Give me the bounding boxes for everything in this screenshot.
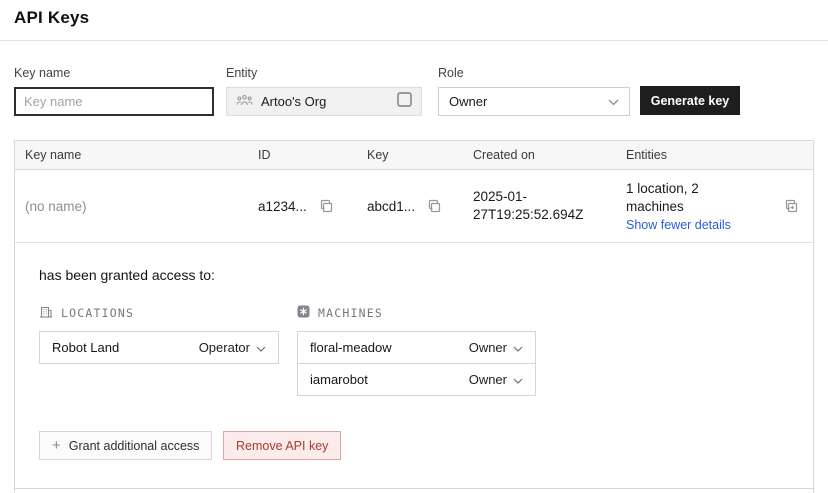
cell-id: a1234... xyxy=(258,199,367,214)
copy-key-icon[interactable] xyxy=(427,199,442,214)
cell-entities: 1 location, 2 machines Show fewer detail… xyxy=(626,180,776,231)
cell-key-name: (no name) xyxy=(15,199,258,214)
table-header-row: Key name ID Key Created on Entities xyxy=(15,141,813,170)
page-title: API Keys xyxy=(14,8,89,28)
key-name-input[interactable] xyxy=(14,87,214,116)
checkbox-icon[interactable] xyxy=(397,92,412,112)
machine-role-value: Owner xyxy=(469,372,507,387)
header-key-name: Key name xyxy=(15,148,258,162)
machines-label-text: MACHINES xyxy=(318,306,383,320)
role-field: Role Owner xyxy=(438,66,630,116)
entity-label: Entity xyxy=(226,66,422,80)
header-id: ID xyxy=(258,148,367,162)
chevron-down-icon xyxy=(256,340,266,355)
entity-selector[interactable]: Artoo's Org xyxy=(226,87,422,116)
location-access-row: Robot Land Operator xyxy=(39,331,279,364)
locations-section-label: LOCATIONS xyxy=(39,305,134,321)
role-label: Role xyxy=(438,66,630,80)
locations-label-text: LOCATIONS xyxy=(61,306,134,320)
grant-additional-access-button[interactable]: + Grant additional access xyxy=(39,431,212,460)
key-name-label: Key name xyxy=(14,66,214,80)
machine-role-select[interactable]: Owner xyxy=(469,372,523,387)
cell-created-on: 2025-01-27T19:25:52.694Z xyxy=(473,188,626,224)
machines-section-label: MACHINES xyxy=(297,305,383,321)
building-icon xyxy=(39,305,53,321)
machine-name: floral-meadow xyxy=(310,340,392,355)
machine-role-value: Owner xyxy=(469,340,507,355)
header-created-on: Created on xyxy=(473,148,626,162)
chevron-down-icon xyxy=(608,94,619,109)
cell-actions xyxy=(776,198,813,214)
entity-value: Artoo's Org xyxy=(261,94,326,109)
header-key: Key xyxy=(367,148,473,162)
access-intro: has been granted access to: xyxy=(39,267,215,283)
table-row: (no name) a1234... abcd1... xyxy=(15,170,813,243)
show-fewer-details-link[interactable]: Show fewer details xyxy=(626,218,731,232)
role-value: Owner xyxy=(449,94,487,109)
duplicate-key-icon[interactable] xyxy=(783,198,799,214)
copy-id-icon[interactable] xyxy=(319,199,334,214)
locations-list: Robot Land Operator xyxy=(39,331,279,364)
machines-list: floral-meadow Owner iamarobot Owner xyxy=(297,331,536,396)
remove-api-key-button[interactable]: Remove API key xyxy=(223,431,341,460)
machine-access-row: floral-meadow Owner xyxy=(297,331,536,364)
location-name: Robot Land xyxy=(52,340,119,355)
machine-access-row: iamarobot Owner xyxy=(297,363,536,396)
organization-icon xyxy=(236,93,253,111)
generate-key-button[interactable]: Generate key xyxy=(640,86,740,115)
header-entities: Entities xyxy=(626,148,776,162)
entities-summary: 1 location, 2 machines xyxy=(626,180,738,215)
chevron-down-icon xyxy=(513,372,523,387)
cell-key: abcd1... xyxy=(367,199,473,214)
location-role-value: Operator xyxy=(199,340,250,355)
api-keys-table: Key name ID Key Created on Entities (no … xyxy=(14,140,814,493)
api-keys-page: API Keys Key name Entity Artoo's Org xyxy=(0,0,828,493)
id-value: a1234... xyxy=(258,199,307,214)
role-select[interactable]: Owner xyxy=(438,87,630,116)
machine-name: iamarobot xyxy=(310,372,368,387)
key-name-field: Key name xyxy=(14,66,214,116)
machine-role-select[interactable]: Owner xyxy=(469,340,523,355)
chevron-down-icon xyxy=(513,340,523,355)
grant-button-label: Grant additional access xyxy=(69,439,200,453)
header-divider xyxy=(0,40,828,41)
key-value: abcd1... xyxy=(367,199,415,214)
machine-icon xyxy=(297,305,310,321)
created-on-value: 2025-01-27T19:25:52.694Z xyxy=(473,188,605,224)
entity-field: Entity Artoo's Org xyxy=(226,66,422,116)
key-details-panel: has been granted access to: LOCATIONS Ro… xyxy=(15,243,813,489)
location-role-select[interactable]: Operator xyxy=(199,340,266,355)
plus-icon: + xyxy=(52,438,61,453)
